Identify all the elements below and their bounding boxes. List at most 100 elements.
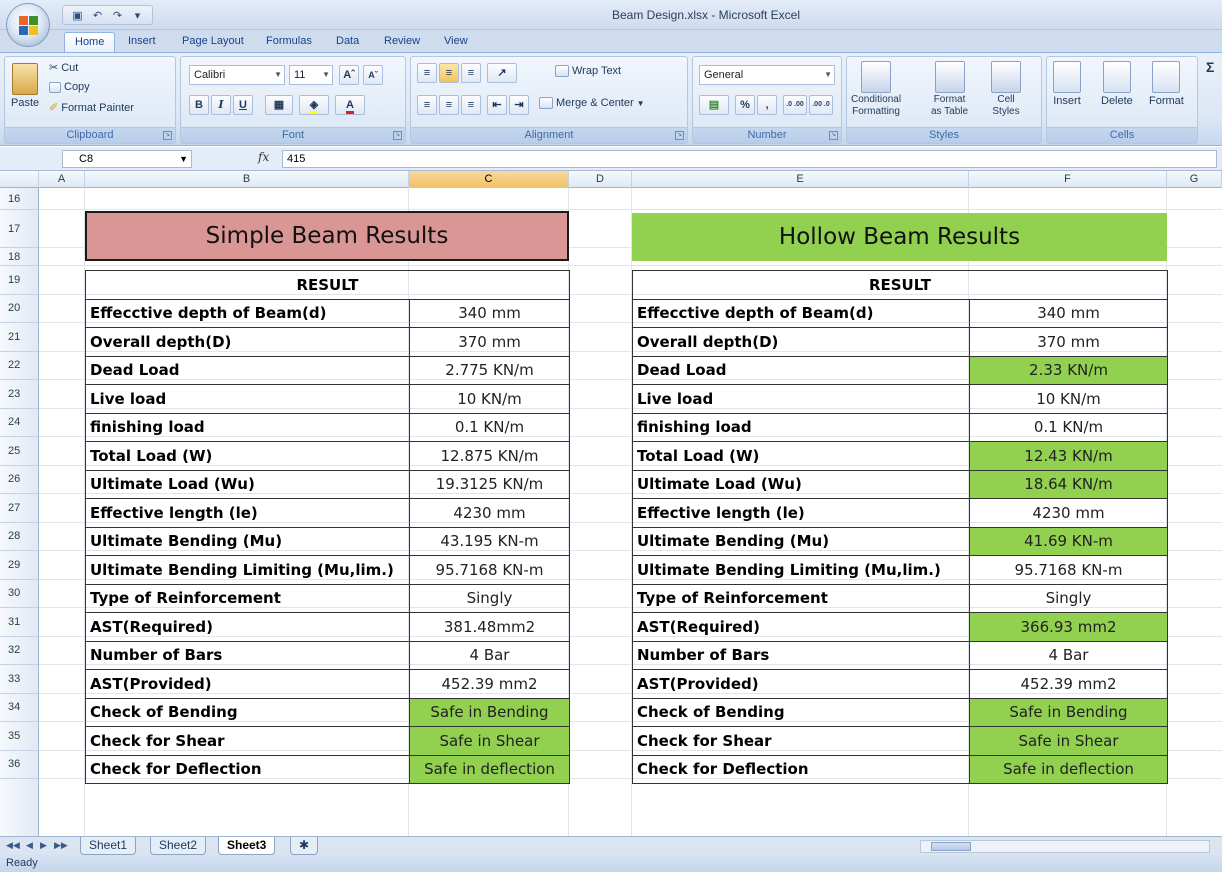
column-header-a[interactable]: A — [39, 171, 85, 188]
result-value[interactable]: 366.93 mm2 — [969, 612, 1168, 642]
result-label[interactable]: Number of Bars — [632, 640, 970, 670]
increase-indent-button[interactable]: ⇥ — [509, 95, 529, 115]
copy-button[interactable]: Copy — [49, 81, 90, 93]
name-box[interactable]: C8 ▼ — [62, 150, 192, 168]
result-value[interactable]: 12.43 KN/m — [969, 441, 1168, 471]
result-value[interactable]: 452.39 mm2 — [969, 669, 1168, 699]
result-label[interactable]: Live load — [632, 384, 970, 414]
result-label[interactable]: Ultimate Bending Limiting (Mu,lim.) — [85, 555, 410, 585]
result-value[interactable]: 4 Bar — [409, 640, 570, 670]
row-header-23[interactable]: 23 — [0, 380, 38, 409]
worksheet-grid[interactable]: Simple Beam Results Hollow Beam Results … — [39, 188, 1222, 836]
bold-button[interactable]: B — [189, 95, 209, 115]
row-header-29[interactable]: 29 — [0, 551, 38, 580]
grow-font-button[interactable]: Aˆ — [339, 65, 359, 85]
row-header-18[interactable]: 18 — [0, 248, 38, 266]
row-header-16[interactable]: 16 — [0, 188, 38, 210]
formula-input[interactable]: 415 — [282, 150, 1217, 168]
result-value[interactable]: 10 KN/m — [409, 384, 570, 414]
align-center-button[interactable]: ≡ — [439, 95, 459, 115]
result-value[interactable]: 2.775 KN/m — [409, 355, 570, 385]
column-header-g[interactable]: G — [1167, 171, 1222, 188]
result-value[interactable]: Singly — [969, 583, 1168, 613]
italic-button[interactable]: I — [211, 95, 231, 115]
clipboard-launcher-icon[interactable]: ↘ — [163, 131, 172, 140]
result-label[interactable]: Overall depth(D) — [632, 327, 970, 357]
decrease-decimal-button[interactable]: .00 .0 — [809, 95, 833, 115]
result-value[interactable]: Singly — [409, 583, 570, 613]
first-sheet-icon[interactable]: ◀◀ — [6, 840, 20, 851]
column-header-d[interactable]: D — [569, 171, 632, 188]
row-header-25[interactable]: 25 — [0, 437, 38, 466]
result-value[interactable]: 95.7168 KN-m — [409, 555, 570, 585]
result-value[interactable]: 4 Bar — [969, 640, 1168, 670]
format-as-table-button[interactable]: Format as Table — [931, 61, 968, 117]
result-label[interactable]: Overall depth(D) — [85, 327, 410, 357]
result-value[interactable]: 452.39 mm2 — [409, 669, 570, 699]
column-header-e[interactable]: E — [632, 171, 969, 188]
tab-home[interactable]: Home — [64, 32, 116, 52]
cut-button[interactable]: ✂ Cut — [49, 61, 78, 75]
align-middle-button[interactable]: ≡ — [439, 63, 459, 83]
result-value[interactable]: 381.48mm2 — [409, 612, 570, 642]
hollow-beam-banner[interactable]: Hollow Beam Results — [632, 213, 1167, 261]
scroll-thumb[interactable] — [931, 842, 971, 851]
borders-button[interactable]: ▦ — [265, 95, 293, 115]
row-header-30[interactable]: 30 — [0, 580, 38, 608]
result-label[interactable]: Effecctive depth of Beam(d) — [85, 298, 410, 328]
font-color-button[interactable]: A — [335, 95, 365, 115]
result-label[interactable]: Effective length (le) — [632, 498, 970, 528]
tab-page-layout[interactable]: Page Layout — [172, 32, 254, 52]
font-name-select[interactable]: Calibri ▼ — [189, 65, 285, 85]
cell-styles-button[interactable]: Cell Styles — [991, 61, 1021, 117]
result-label[interactable]: AST(Required) — [632, 612, 970, 642]
autosum-icon[interactable]: Σ — [1206, 59, 1214, 75]
result-value[interactable]: 340 mm — [969, 298, 1168, 328]
prev-sheet-icon[interactable]: ◀ — [26, 840, 33, 851]
result-label[interactable]: Live load — [85, 384, 410, 414]
result-label[interactable]: Ultimate Bending (Mu) — [632, 526, 970, 556]
result-value[interactable]: 340 mm — [409, 298, 570, 328]
row-header-28[interactable]: 28 — [0, 523, 38, 551]
simple-beam-banner[interactable]: Simple Beam Results — [85, 211, 569, 261]
result-value[interactable]: 0.1 KN/m — [969, 412, 1168, 442]
result-label[interactable]: Check for Deflection — [85, 754, 410, 784]
result-value[interactable]: 4230 mm — [409, 498, 570, 528]
format-painter-button[interactable]: ✐ Format Painter — [49, 101, 134, 115]
result-label[interactable]: Dead Load — [85, 355, 410, 385]
underline-button[interactable]: U — [233, 95, 253, 115]
tab-formulas[interactable]: Formulas — [256, 32, 322, 52]
orientation-button[interactable]: ↗ — [487, 63, 517, 83]
row-header-26[interactable]: 26 — [0, 466, 38, 494]
result-value[interactable]: 370 mm — [409, 327, 570, 357]
row-header-22[interactable]: 22 — [0, 352, 38, 380]
insert-cells-button[interactable]: Insert — [1053, 61, 1081, 107]
font-size-select[interactable]: 11 ▼ — [289, 65, 333, 85]
decrease-indent-button[interactable]: ⇤ — [487, 95, 507, 115]
sheet-tab-sheet3[interactable]: Sheet3 — [218, 837, 276, 855]
column-header-f[interactable]: F — [969, 171, 1167, 188]
result-label[interactable]: Type of Reinforcement — [85, 583, 410, 613]
fill-color-button[interactable]: ◈ — [299, 95, 329, 115]
tab-view[interactable]: View — [434, 32, 478, 52]
row-header-33[interactable]: 33 — [0, 665, 38, 694]
result-label[interactable]: finishing load — [85, 412, 410, 442]
result-label[interactable]: Ultimate Load (Wu) — [632, 469, 970, 499]
result-label[interactable]: Ultimate Bending (Mu) — [85, 526, 410, 556]
result-label[interactable]: Dead Load — [632, 355, 970, 385]
result-value[interactable]: 95.7168 KN-m — [969, 555, 1168, 585]
align-top-button[interactable]: ≡ — [417, 63, 437, 83]
result-label[interactable]: AST(Provided) — [632, 669, 970, 699]
number-launcher-icon[interactable]: ↘ — [829, 131, 838, 140]
row-header-32[interactable]: 32 — [0, 637, 38, 665]
insert-sheet-icon[interactable]: ✱ — [290, 837, 319, 855]
row-header-17[interactable]: 17 — [0, 210, 38, 248]
increase-decimal-button[interactable]: .0 .00 — [783, 95, 807, 115]
result-label[interactable]: Check for Deflection — [632, 754, 970, 784]
number-format-select[interactable]: General ▼ — [699, 65, 835, 85]
result-label[interactable]: AST(Provided) — [85, 669, 410, 699]
result-label[interactable]: Total Load (W) — [85, 441, 410, 471]
last-sheet-icon[interactable]: ▶▶ — [54, 840, 68, 851]
row-header-24[interactable]: 24 — [0, 409, 38, 437]
result-value[interactable]: 41.69 KN-m — [969, 526, 1168, 556]
